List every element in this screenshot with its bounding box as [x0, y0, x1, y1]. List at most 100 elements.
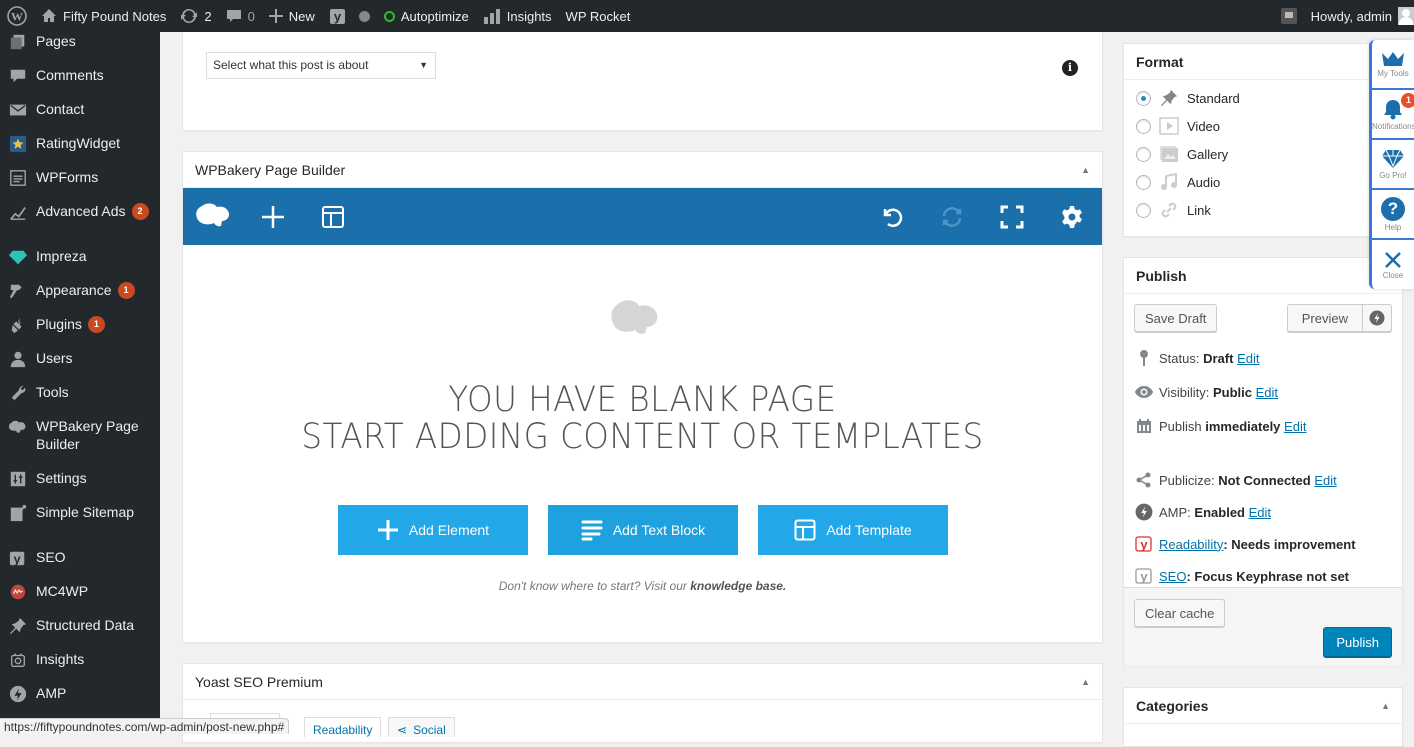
sidebar-item-ratingwidget[interactable]: RatingWidget	[0, 134, 160, 154]
format-option-video[interactable]: Video	[1124, 112, 1402, 140]
close-tools-button[interactable]: Close	[1372, 240, 1414, 290]
sidebar-item-comments[interactable]: Comments	[0, 66, 160, 86]
comments-menu[interactable]: 0	[219, 0, 262, 32]
sidebar-item-wpforms[interactable]: WPForms	[0, 168, 160, 188]
wpbakery-logo-button[interactable]	[183, 188, 243, 245]
sidebar-item-advanced-ads[interactable]: Advanced Ads 2	[0, 202, 160, 222]
add-template-button[interactable]: Add Template	[758, 505, 948, 555]
categories-metabox: Categories ▲	[1123, 687, 1403, 747]
amp-preview-button[interactable]	[1363, 304, 1392, 332]
categories-title-bar[interactable]: Categories ▲	[1124, 688, 1402, 724]
sidebar-item-contact[interactable]: Contact	[0, 100, 160, 120]
template-icon	[794, 519, 816, 541]
sidebar-item-settings[interactable]: Settings	[0, 469, 160, 489]
add-text-block-button[interactable]: Add Text Block	[548, 505, 738, 555]
add-element-toolbar-button[interactable]	[243, 188, 303, 245]
notes-menu[interactable]	[1274, 0, 1304, 32]
sidebar-item-label: AMP	[36, 685, 67, 701]
wp-rocket-label: WP Rocket	[565, 8, 631, 24]
sidebar-item-impreza[interactable]: Impreza	[0, 247, 160, 267]
topic-select[interactable]: Select what this post is about ▼	[206, 52, 436, 79]
format-radio[interactable]	[1136, 202, 1151, 218]
sidebar-item-label: WPForms	[36, 169, 99, 185]
yoast-menu[interactable]: y	[322, 0, 377, 32]
undo-button[interactable]	[862, 188, 922, 245]
format-option-gallery[interactable]: Gallery	[1124, 140, 1402, 168]
edit-amp-link[interactable]: Edit	[1249, 505, 1271, 520]
preview-button[interactable]: Preview	[1286, 304, 1363, 332]
go-pro-button[interactable]: Go Pro!	[1372, 140, 1414, 190]
sidebar-item-insights[interactable]: Insights	[0, 650, 160, 670]
help-button[interactable]: ? Help	[1372, 190, 1414, 240]
format-radio[interactable]	[1136, 90, 1151, 106]
sidebar-item-plugins[interactable]: Plugins 1	[0, 315, 160, 335]
edit-status-link[interactable]: Edit	[1237, 351, 1259, 366]
edit-publicize-link[interactable]: Edit	[1314, 473, 1336, 488]
publish-button[interactable]: Publish	[1323, 627, 1392, 657]
redo-icon	[942, 206, 962, 227]
format-option-link[interactable]: Link	[1124, 196, 1402, 224]
browser-status-url: https://fiftypoundnotes.com/wp-admin/pos…	[0, 718, 290, 734]
sidebar-item-seo[interactable]: y SEO	[0, 548, 160, 568]
pages-icon	[8, 32, 28, 52]
info-icon[interactable]: i	[1062, 60, 1078, 76]
fullscreen-button[interactable]	[982, 188, 1042, 245]
home-icon	[42, 9, 56, 22]
settings-button[interactable]	[1042, 188, 1102, 245]
edit-visibility-link[interactable]: Edit	[1256, 385, 1278, 400]
my-account-menu[interactable]: Howdy, admin	[1304, 0, 1414, 32]
edit-publish-time-link[interactable]: Edit	[1284, 419, 1306, 434]
diamond-icon	[8, 247, 28, 267]
sidebar-item-structured-data[interactable]: Structured Data	[0, 616, 160, 636]
templates-toolbar-button[interactable]	[303, 188, 363, 245]
update-count-badge: 1	[117, 282, 135, 299]
site-name-menu[interactable]: Fifty Pound Notes	[34, 0, 173, 32]
sidebar-item-mc4wp[interactable]: MC4WP	[0, 582, 160, 602]
updates-menu[interactable]: 2	[173, 0, 218, 32]
sidebar-item-appearance[interactable]: Appearance 1	[0, 281, 160, 301]
wrench-icon	[8, 383, 28, 403]
notifications-button[interactable]: 1 Notifications	[1372, 90, 1414, 140]
format-radio[interactable]	[1136, 146, 1151, 162]
readability-link[interactable]: Readability	[1159, 537, 1223, 552]
sidebar-item-label: RatingWidget	[36, 135, 121, 151]
add-element-button[interactable]: Add Element	[338, 505, 528, 555]
new-label: New	[288, 8, 315, 24]
sidebar-item-tools[interactable]: Tools	[0, 383, 160, 403]
sidebar-item-pages[interactable]: Pages	[0, 32, 160, 52]
clear-cache-button[interactable]: Clear cache	[1134, 599, 1226, 627]
my-tools-button[interactable]: My Tools	[1372, 40, 1414, 90]
format-option-standard[interactable]: Standard	[1124, 84, 1402, 112]
format-radio[interactable]	[1136, 118, 1151, 134]
redo-button[interactable]	[922, 188, 982, 245]
add-template-label: Add Template	[826, 522, 912, 538]
yoast-icon: y	[329, 9, 345, 24]
sidebar-item-amp[interactable]: AMP	[0, 684, 160, 704]
wp-logo-menu[interactable]: W	[0, 0, 34, 32]
yoast-title-bar[interactable]: Yoast SEO Premium ▲	[183, 664, 1102, 700]
save-draft-button[interactable]: Save Draft	[1134, 304, 1218, 332]
autoptimize-menu[interactable]: Autoptimize	[377, 0, 476, 32]
collapse-toggle-icon[interactable]: ▲	[1081, 152, 1090, 188]
sidebar-item-wpbakery-page-builder[interactable]: WPBakery Page Builder	[0, 417, 160, 453]
collapse-toggle-icon[interactable]: ▲	[1081, 664, 1090, 700]
knowledge-base-link[interactable]: knowledge base.	[690, 579, 786, 593]
format-radio[interactable]	[1136, 174, 1151, 190]
wpbakery-icon	[8, 417, 28, 437]
sidebar-item-users[interactable]: Users	[0, 349, 160, 369]
yoast-tab-readability[interactable]: Readability	[304, 717, 382, 737]
publish-time-value: immediately	[1205, 418, 1281, 434]
seo-link[interactable]: SEO	[1159, 569, 1186, 584]
new-content-menu[interactable]: New	[262, 0, 322, 32]
sidebar-item-simple-sitemap[interactable]: Simple Sitemap	[0, 503, 160, 523]
close-icon	[1385, 251, 1401, 268]
yoast-tab-social[interactable]: ⋖ Social	[388, 717, 455, 737]
insights-menu[interactable]: Insights	[476, 0, 559, 32]
collapse-toggle-icon[interactable]: ▲	[1381, 688, 1390, 724]
format-option-audio[interactable]: Audio	[1124, 168, 1402, 196]
wpbakery-title-bar[interactable]: WPBakery Page Builder ▲	[183, 152, 1102, 188]
wp-rocket-menu[interactable]: WP Rocket	[559, 0, 638, 32]
blank-line-2: START ADDING CONTENT OR TEMPLATES	[301, 417, 984, 457]
blank-page-heading: YOU HAVE BLANK PAGE START ADDING CONTENT…	[215, 382, 1070, 456]
publish-time-label: Publish	[1159, 418, 1202, 434]
